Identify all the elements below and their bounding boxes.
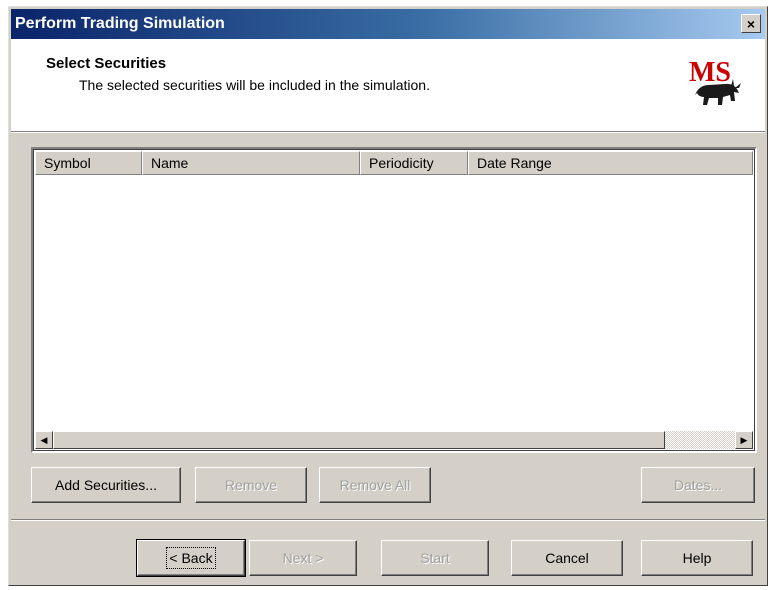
title-bar[interactable]: Perform Trading Simulation × [11,9,765,39]
column-header-date-range[interactable]: Date Range [468,151,753,175]
scroll-thumb[interactable] [53,431,665,449]
column-header-periodicity[interactable]: Periodicity [360,151,468,175]
remove-button[interactable]: Remove [195,467,307,503]
column-header-name[interactable]: Name [142,151,360,175]
window-title: Perform Trading Simulation [15,15,225,32]
bull-silhouette [695,83,739,105]
close-button[interactable]: × [741,14,761,33]
arrow-right-icon: ▶ [740,435,748,445]
column-header-row: Symbol Name Periodicity Date Range [35,151,753,175]
dates-button[interactable]: Dates... [641,467,755,503]
page-subtitle: The selected securities will be included… [79,77,430,93]
wizard-header: Select Securities The selected securitie… [11,39,765,132]
remove-all-button[interactable]: Remove All [319,467,431,503]
column-header-symbol[interactable]: Symbol [35,151,142,175]
back-button[interactable]: < Back [136,539,246,577]
header-divider [11,131,765,133]
next-button[interactable]: Next > [249,540,357,576]
scroll-right-button[interactable]: ▶ [735,431,753,449]
cancel-button[interactable]: Cancel [511,540,623,576]
footer-divider [11,519,765,521]
logo-text: MS [689,57,731,88]
help-button[interactable]: Help [641,540,753,576]
page-title: Select Securities [46,55,167,72]
horizontal-scrollbar[interactable]: ◀ ▶ [35,431,753,449]
ms-bull-logo-icon: MS [689,57,741,105]
scroll-left-button[interactable]: ◀ [35,431,53,449]
start-button[interactable]: Start [381,540,489,576]
trading-simulation-dialog: Perform Trading Simulation × Select Secu… [8,6,768,586]
close-icon: × [746,16,756,32]
add-securities-button[interactable]: Add Securities... [31,467,181,503]
arrow-left-icon: ◀ [40,435,48,445]
securities-list[interactable]: Symbol Name Periodicity Date Range ◀ ▶ [31,147,757,453]
